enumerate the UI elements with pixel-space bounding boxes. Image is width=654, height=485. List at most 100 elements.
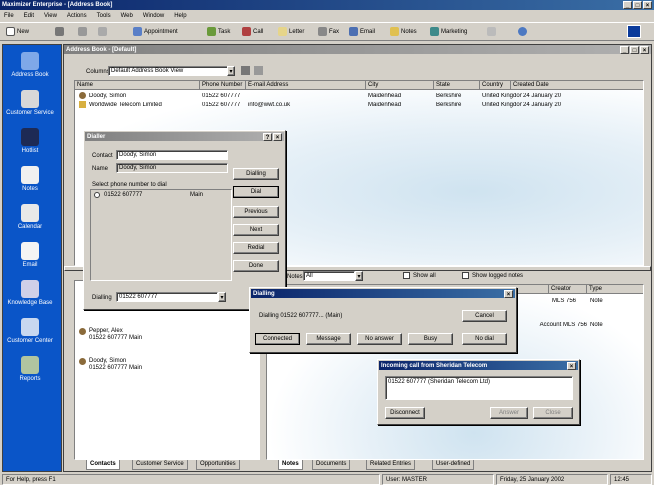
help-button[interactable]: [487, 24, 496, 39]
settings-icon[interactable]: [254, 66, 263, 75]
calendar-icon: [21, 204, 39, 222]
menu-tools[interactable]: Tools: [97, 13, 111, 19]
letter-button[interactable]: Letter: [278, 24, 304, 39]
col-state[interactable]: State: [434, 81, 480, 90]
close-icon[interactable]: ×: [567, 361, 576, 370]
sidebar-item-address-book[interactable]: Address Book: [4, 52, 56, 78]
call-button[interactable]: Call: [242, 24, 263, 39]
busy-button[interactable]: Busy: [408, 333, 453, 345]
no-answer-button[interactable]: No answer: [357, 333, 402, 345]
minimize-icon[interactable]: _: [620, 45, 629, 54]
sidebar-item-customer-center[interactable]: Customer Center: [4, 318, 56, 344]
close-icon[interactable]: ×: [643, 1, 652, 9]
col-creator[interactable]: Creator: [549, 285, 587, 294]
checkbox-icon[interactable]: [403, 272, 410, 279]
incoming-titlebar: Incoming call from Sheridan Telecom ×: [379, 361, 578, 370]
notes-filter-dropdown[interactable]: ▾: [355, 271, 363, 281]
table-row[interactable]: ▸ Doody, Simon 01522 607777 Maidenhead B…: [75, 92, 643, 101]
menu-view[interactable]: View: [44, 13, 57, 19]
notes-button[interactable]: Notes: [390, 24, 417, 39]
copy-button[interactable]: [98, 24, 107, 39]
print-button[interactable]: [55, 24, 64, 39]
sidebar-item-knowledge-base[interactable]: Knowledge Base: [4, 280, 56, 306]
columns-select[interactable]: Default Address Book View: [108, 66, 228, 76]
col-name[interactable]: Name: [75, 81, 200, 90]
maximize-icon[interactable]: □: [633, 1, 642, 9]
tab-documents[interactable]: Documents: [312, 460, 351, 470]
close-icon[interactable]: ×: [504, 289, 513, 298]
menu-web[interactable]: Web: [121, 13, 133, 19]
notes-icon: [21, 166, 39, 184]
task-button[interactable]: Task: [207, 24, 230, 39]
dialling-button[interactable]: Dialling: [233, 168, 279, 180]
minimize-icon[interactable]: _: [623, 1, 632, 9]
menu-file[interactable]: File: [4, 13, 14, 19]
help-icon[interactable]: ?: [263, 132, 272, 141]
phone-icon: [242, 27, 251, 36]
list-item[interactable]: Doody, Simon 01522 607777 Main: [79, 357, 249, 375]
calling-cancel-button[interactable]: Cancel: [462, 310, 507, 322]
menu-edit[interactable]: Edit: [24, 13, 34, 19]
new-button[interactable]: New: [6, 24, 29, 39]
menu-bar: File Edit View Actions Tools Web Window …: [4, 11, 644, 21]
email-button[interactable]: Email: [349, 24, 375, 39]
table-row[interactable]: Worldwide Telecom Limited 01522 607777 i…: [75, 101, 643, 110]
calendar-icon: [133, 27, 142, 36]
col-email[interactable]: E-mail Address: [246, 81, 366, 90]
sidebar-item-calendar[interactable]: Calendar: [4, 204, 56, 230]
name-label: Name: [92, 166, 109, 172]
notes-filter-select[interactable]: All: [303, 271, 355, 281]
dialling-select[interactable]: 01522 607777: [116, 292, 218, 302]
menu-actions[interactable]: Actions: [67, 13, 87, 19]
sidebar-item-hotlist[interactable]: Hotlist: [4, 128, 56, 154]
menu-window[interactable]: Window: [143, 13, 164, 19]
tab-user-defined[interactable]: User-defined: [432, 460, 475, 470]
fax-button[interactable]: Fax: [318, 24, 339, 39]
disconnect-button[interactable]: Disconnect: [385, 407, 425, 419]
help-arrow-icon: [487, 27, 496, 36]
col-city[interactable]: City: [366, 81, 434, 90]
col-country[interactable]: Country: [480, 81, 511, 90]
columns-dropdown-button[interactable]: ▾: [227, 66, 235, 76]
list-item[interactable]: Pepper, Alex 01522 607777 Main: [79, 327, 249, 345]
grid-icon[interactable]: [241, 66, 250, 75]
col-created[interactable]: Created Date: [511, 81, 643, 90]
tab-customer-service[interactable]: Customer Service: [132, 460, 188, 470]
answer-button[interactable]: Answer: [490, 407, 528, 419]
marketing-button[interactable]: Marketing: [430, 24, 467, 39]
incoming-close-button[interactable]: Close: [533, 407, 573, 419]
tab-notes[interactable]: Notes: [278, 460, 303, 470]
globe-button[interactable]: [518, 24, 527, 39]
done-button[interactable]: Done: [233, 260, 279, 272]
sidebar-item-notes[interactable]: Notes: [4, 166, 56, 192]
col-phone[interactable]: Phone Number: [200, 81, 246, 90]
tab-opportunities[interactable]: Opportunities: [196, 460, 240, 470]
letter-icon: [278, 27, 287, 36]
contacts-tab-strip: Contacts Customer Service Opportunities: [74, 460, 260, 471]
dial-button[interactable]: Dial: [233, 186, 279, 198]
connected-button[interactable]: Connected: [255, 333, 300, 345]
no-dial-button[interactable]: No dial: [462, 333, 507, 345]
sidebar-item-customer-service[interactable]: Customer Service: [4, 90, 56, 116]
cut-button[interactable]: [78, 24, 87, 39]
contact-field[interactable]: Doody, Simon: [116, 150, 228, 160]
close-icon[interactable]: ×: [273, 132, 282, 141]
restore-icon[interactable]: □: [630, 45, 639, 54]
knowledge-base-icon: [21, 280, 39, 298]
sidebar-item-reports[interactable]: Reports: [4, 356, 56, 382]
previous-button[interactable]: Previous: [233, 206, 279, 218]
close-icon[interactable]: ×: [640, 45, 649, 54]
redial-button[interactable]: Redial: [233, 242, 279, 254]
app-title: Maximizer Enterprise - [Address Book]: [2, 2, 113, 8]
tab-contacts[interactable]: Contacts: [86, 460, 120, 470]
number-list: [90, 189, 232, 281]
tab-related-entries[interactable]: Related Entries: [366, 460, 416, 470]
next-button[interactable]: Next: [233, 224, 279, 236]
checkbox-icon[interactable]: [462, 272, 469, 279]
message-button[interactable]: Message: [306, 333, 351, 345]
appointment-button[interactable]: Appointment: [133, 24, 178, 39]
sidebar-item-email[interactable]: Email: [4, 242, 56, 268]
menu-help[interactable]: Help: [174, 13, 186, 19]
dialling-dropdown[interactable]: ▾: [218, 292, 226, 302]
col-type[interactable]: Type: [587, 285, 643, 294]
